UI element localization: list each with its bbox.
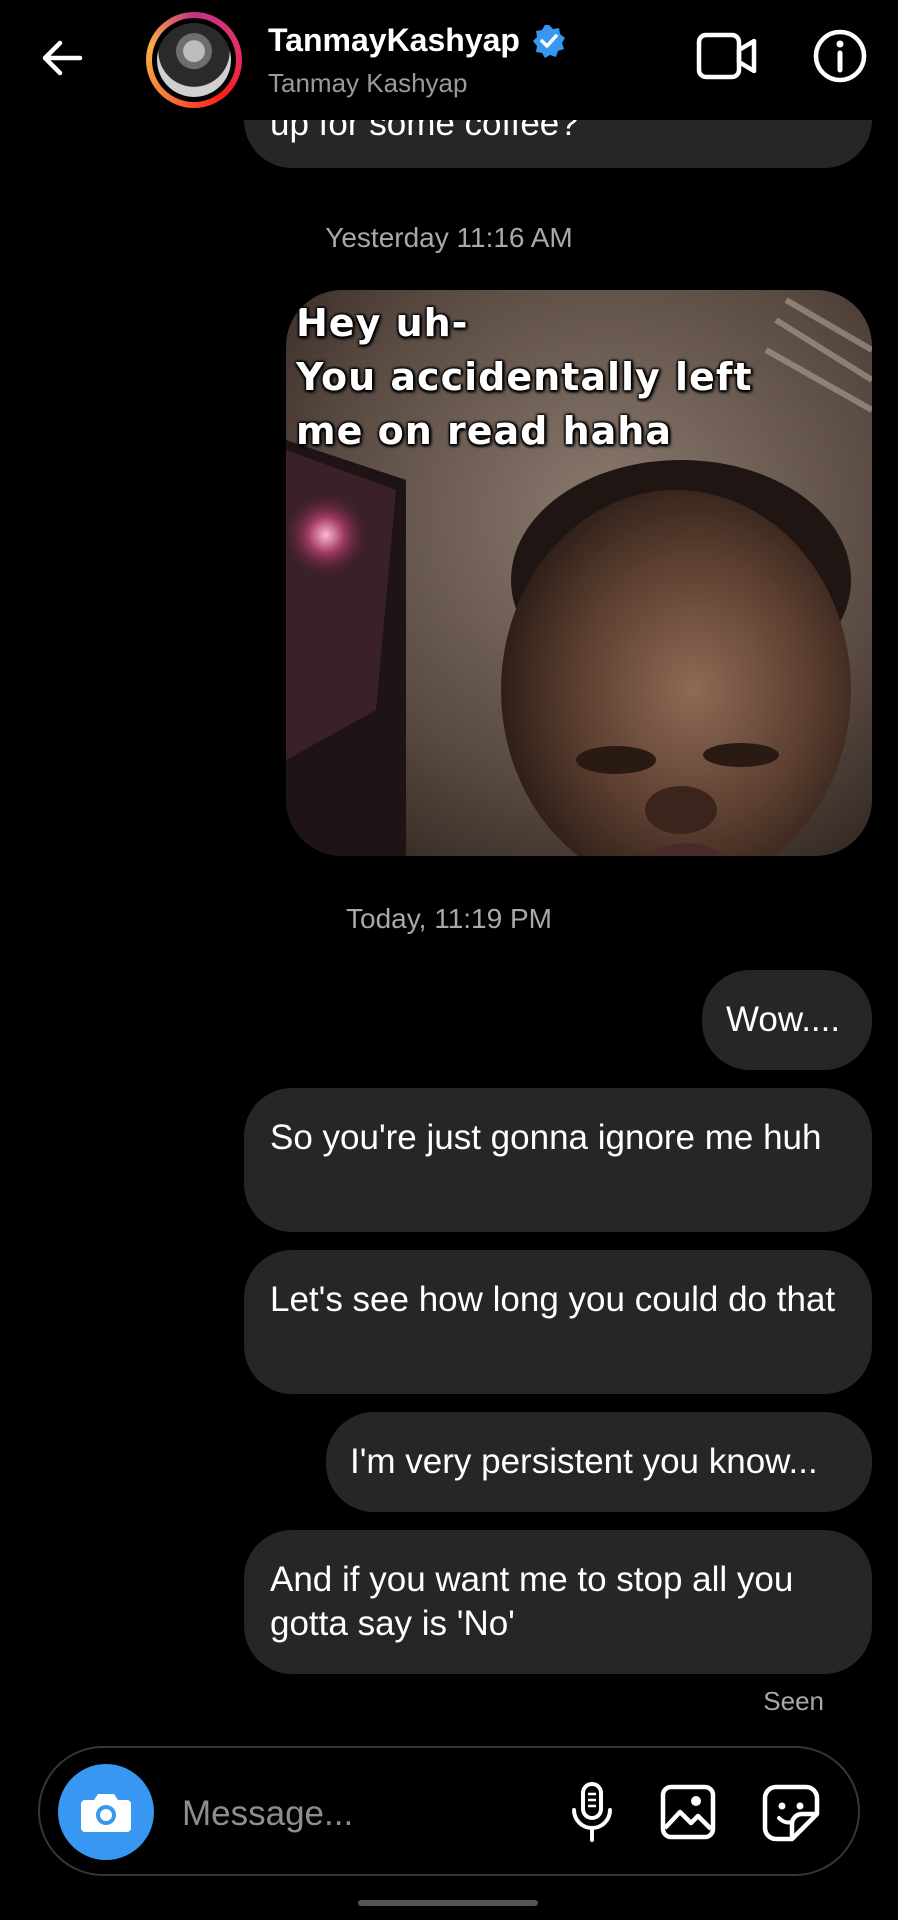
meme-caption: Hey uh- You accidentally left me on read… [296, 301, 753, 453]
message-bubble[interactable]: Let's see how long you could do that [244, 1250, 872, 1394]
timestamp: Today, 11:19 PM [346, 903, 552, 934]
profile-photo [157, 23, 231, 97]
message-bubble[interactable]: And if you want me to stop all you gotta… [244, 1530, 872, 1674]
username: TanmayKashyap [268, 22, 520, 58]
message-composer [38, 1746, 860, 1876]
gallery-button[interactable] [660, 1784, 716, 1840]
message-bubble[interactable]: So you're just gonna ignore me huh [244, 1088, 872, 1232]
meme-image-message[interactable]: Hey uh- You accidentally left me on read… [286, 290, 872, 856]
image-gallery-icon [660, 1784, 716, 1840]
camera-icon [81, 1794, 131, 1832]
camera-button[interactable] [58, 1764, 154, 1860]
chat-header: TanmayKashyap Tanmay Kashyap [0, 0, 898, 120]
message-bubble[interactable]: I'm very persistent you know... [326, 1412, 872, 1512]
display-name: Tanmay Kashyap [268, 68, 468, 98]
message-text: So you're just gonna ignore me huh [270, 1118, 822, 1157]
chat-screen: up for some coffee? Yesterday 11:16 AM H… [0, 0, 898, 1920]
avatar[interactable] [146, 12, 242, 108]
message-text: I'm very persistent you know... [350, 1442, 818, 1481]
timestamp: Yesterday 11:16 AM [325, 222, 573, 253]
info-button[interactable] [812, 28, 868, 84]
message-text: Wow.... [726, 1000, 841, 1039]
video-camera-icon [696, 32, 757, 80]
username-row[interactable]: TanmayKashyap [268, 22, 566, 59]
verified-badge-icon [532, 24, 565, 58]
home-indicator[interactable] [358, 1900, 538, 1906]
sticker-icon [762, 1784, 820, 1842]
message-bubble[interactable]: Wow.... [702, 970, 872, 1070]
message-input[interactable] [180, 1788, 544, 1840]
message-text: And if you want me to stop all you gotta… [270, 1560, 794, 1643]
voice-message-button[interactable] [562, 1780, 622, 1844]
video-call-button[interactable] [696, 30, 758, 82]
sticker-button[interactable] [762, 1784, 820, 1842]
back-button[interactable] [36, 32, 88, 84]
message-text: Let's see how long you could do that [270, 1280, 836, 1319]
microphone-icon [572, 1782, 612, 1842]
seen-indicator: Seen [763, 1686, 824, 1716]
arrow-left-icon [42, 40, 83, 76]
info-icon [813, 29, 867, 83]
